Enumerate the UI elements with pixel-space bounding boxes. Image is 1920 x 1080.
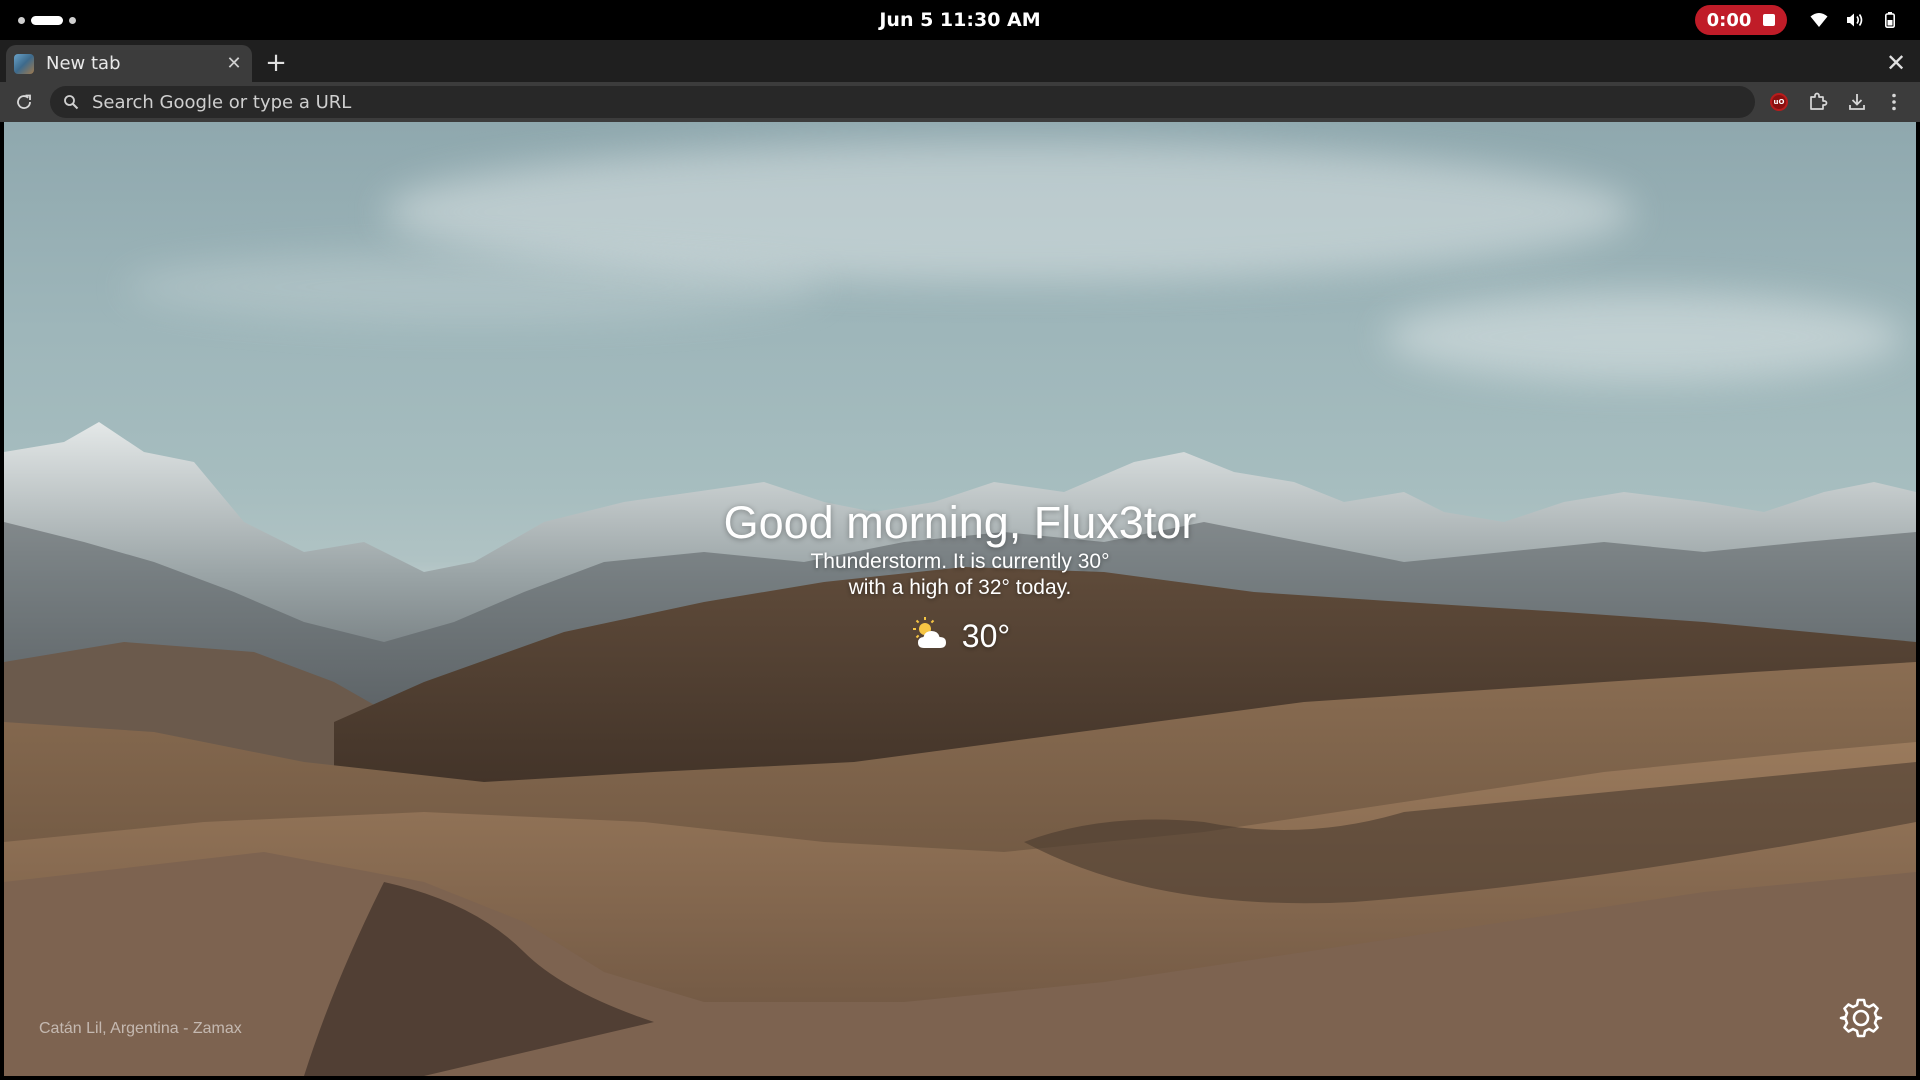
system-top-bar: Jun 5 11:30 AM 0:00 <box>0 0 1920 40</box>
workspace-dot <box>18 16 25 24</box>
wifi-icon[interactable] <box>1806 8 1832 32</box>
screen-recording-indicator[interactable]: 0:00 <box>1695 5 1787 35</box>
greeting-heading: Good morning, Flux3tor <box>723 497 1197 548</box>
active-workspace-pill <box>31 15 63 25</box>
kebab-menu-icon[interactable] <box>1880 88 1908 116</box>
extensions-puzzle-icon[interactable] <box>1804 88 1832 116</box>
clock[interactable]: Jun 5 11:30 AM <box>879 9 1040 31</box>
new-tab-page: Good morning, Flux3tor Thunderstorm. It … <box>4 122 1916 1076</box>
photo-credit[interactable]: Catán Lil, Argentina - Zamax <box>39 1020 242 1038</box>
ublock-extension-icon[interactable]: uO <box>1765 88 1793 116</box>
omnibox-input[interactable] <box>92 91 1755 113</box>
weather-widget: 30° <box>4 616 1916 656</box>
tab-favicon-icon <box>14 53 34 74</box>
activities-workspace-indicator[interactable] <box>18 14 76 26</box>
download-icon[interactable] <box>1843 88 1871 116</box>
ublock-badge: uO <box>1770 93 1788 111</box>
recording-timer: 0:00 <box>1706 9 1752 31</box>
tab-title: New tab <box>46 53 121 74</box>
stop-icon <box>1763 14 1776 26</box>
partly-cloudy-sun-icon <box>910 616 954 656</box>
search-icon <box>60 91 82 113</box>
omnibox[interactable] <box>50 86 1755 118</box>
volume-icon[interactable] <box>1842 8 1868 32</box>
tab-new-tab[interactable]: New tab ✕ <box>6 45 252 82</box>
battery-icon[interactable] <box>1878 8 1902 32</box>
window-close-icon[interactable]: ✕ <box>1881 48 1911 78</box>
reload-icon[interactable] <box>10 88 38 116</box>
weather-temperature: 30° <box>961 617 1011 654</box>
new-tab-button[interactable]: + <box>261 48 291 78</box>
weather-summary-line2: with a high of 32° today. <box>848 576 1072 599</box>
browser-toolbar: uO <box>0 82 1920 122</box>
gear-icon[interactable] <box>1837 994 1885 1042</box>
tab-close-icon[interactable]: ✕ <box>222 52 246 76</box>
workspace-dot <box>69 16 76 24</box>
tab-strip: New tab ✕ + ✕ <box>0 40 1920 82</box>
weather-summary-line1: Thunderstorm. It is currently 30° <box>810 550 1110 573</box>
